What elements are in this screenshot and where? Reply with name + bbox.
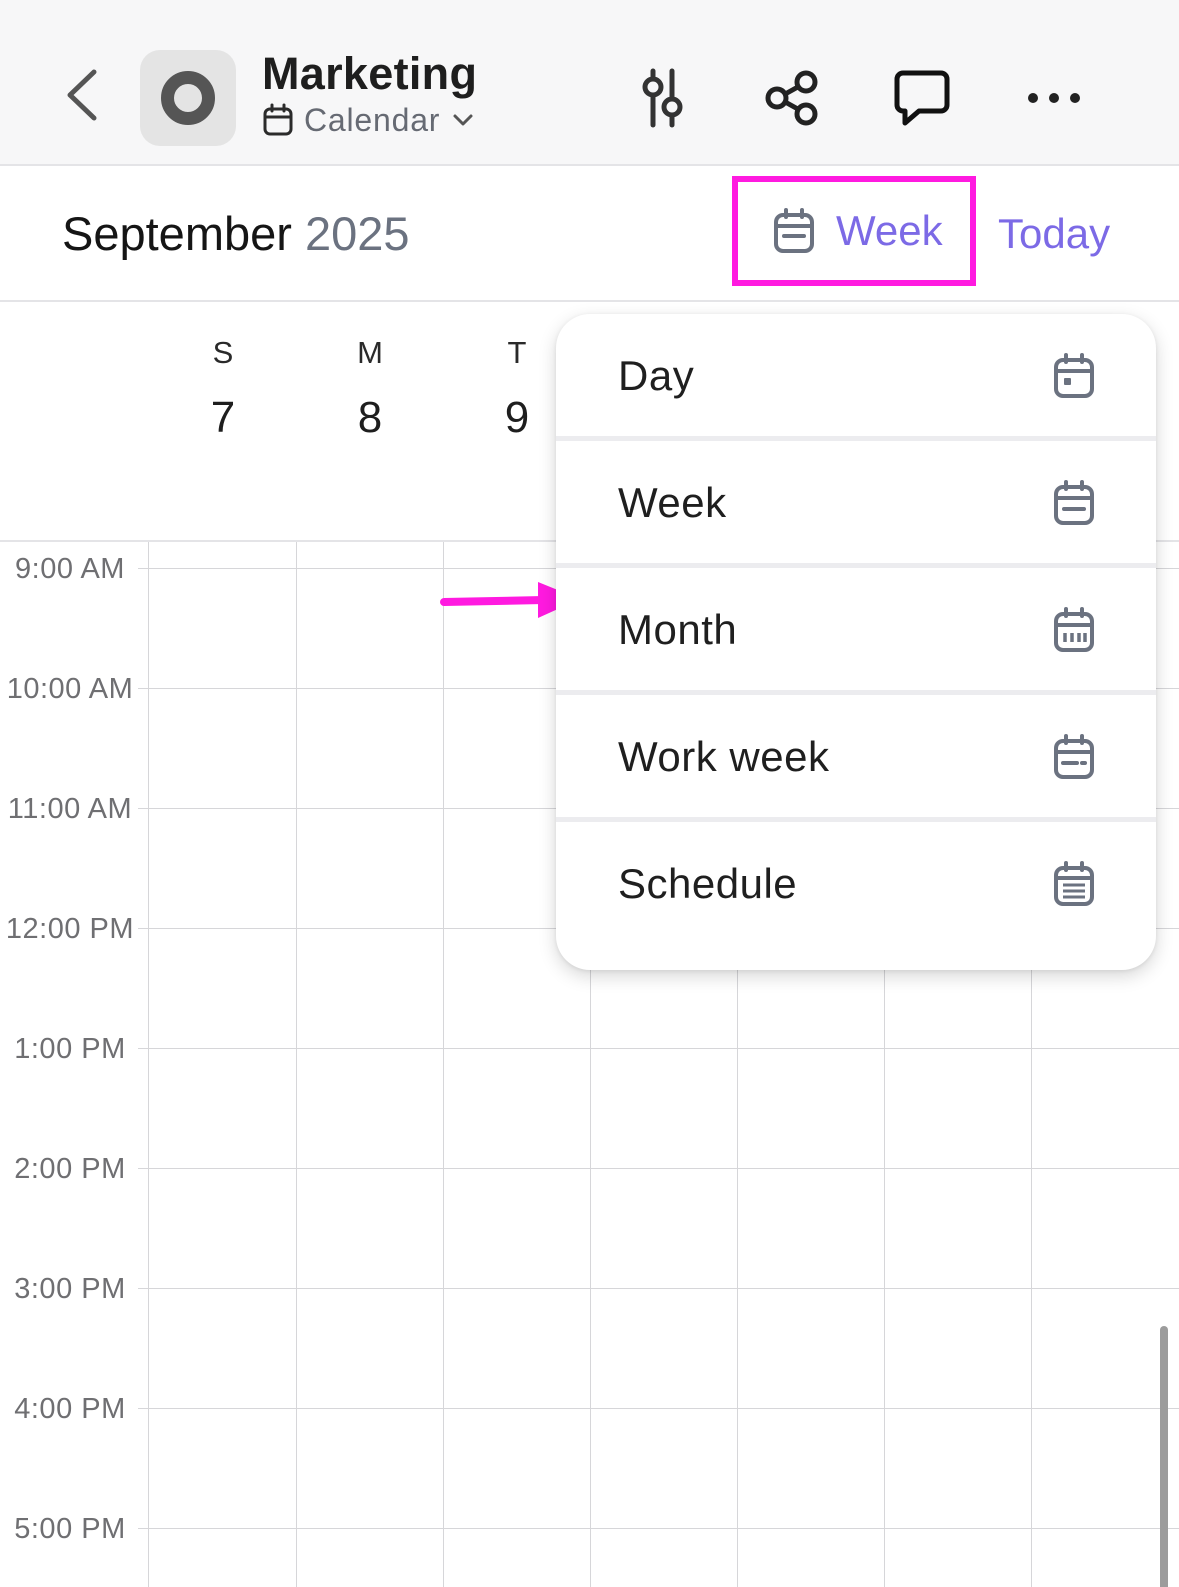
view-switcher-label: Week [836,207,943,254]
column-divider [296,542,297,1587]
calendar-schedule-icon [1054,861,1094,906]
vertical-scrollbar[interactable] [1160,1326,1168,1587]
column-divider [148,542,149,1587]
share-icon [765,70,818,126]
back-button[interactable] [58,62,108,128]
chevron-down-icon [453,114,473,126]
hour-line [146,1168,1179,1169]
time-label: 10:00 AM [6,673,134,705]
menu-item-day[interactable]: Day [556,314,1156,438]
comment-button[interactable] [890,66,954,130]
today-button[interactable]: Today [998,210,1110,258]
day-header-sun[interactable]: S 7 [188,335,258,443]
month-year-label: September 2025 [62,206,410,261]
year-label: 2025 [304,207,410,260]
time-label: 2:00 PM [14,1153,126,1185]
menu-item-month[interactable]: Month [556,568,1156,692]
calendar-icon [263,103,293,136]
comment-icon [894,70,950,126]
menu-item-label: Work week [618,733,830,780]
calendar-week-icon [1054,480,1094,525]
hour-line [146,1528,1179,1529]
view-type-label: Calendar [304,101,441,138]
hour-line [146,1288,1179,1289]
sliders-icon [642,68,683,128]
app-avatar[interactable] [140,50,236,146]
more-button[interactable] [1022,66,1086,130]
menu-item-label: Week [618,479,727,526]
calendar-day-icon [1054,353,1094,398]
view-switcher-button[interactable]: Week [732,176,976,286]
time-label: 5:00 PM [14,1513,126,1545]
time-label: 3:00 PM [14,1273,126,1305]
time-label: 12:00 PM [5,913,135,945]
share-button[interactable] [760,66,824,130]
menu-item-label: Month [618,606,738,653]
day-number: 9 [504,393,530,442]
hour-line [146,1048,1179,1049]
time-label: 9:00 AM [15,553,125,585]
month-label: September [62,207,292,260]
day-header-mon[interactable]: M 8 [335,335,405,443]
time-label: 11:00 AM [7,793,133,825]
calendar-workweek-icon [1054,734,1094,779]
menu-item-schedule[interactable]: Schedule [556,822,1156,946]
app-ring-icon [161,71,215,125]
menu-item-week[interactable]: Week [556,441,1156,565]
menu-item-label: Schedule [618,860,798,907]
time-label: 4:00 PM [14,1393,126,1425]
day-number: 7 [210,393,236,442]
more-icon [1028,93,1080,103]
calendar-screen: Marketing Calendar September 2025 Week T… [0,0,1179,1587]
column-divider [443,542,444,1587]
hour-line [146,1408,1179,1409]
view-menu: Day Week Month Work week Schedule [556,314,1156,970]
time-label: 1:00 PM [14,1033,126,1065]
menu-item-work-week[interactable]: Work week [556,695,1156,819]
day-number: 8 [357,393,383,442]
page-title: Marketing [262,48,478,99]
day-header-tue[interactable]: T 9 [482,335,552,443]
top-app-bar: Marketing Calendar [0,0,1179,166]
menu-item-label: Day [618,352,695,399]
day-letter: S [212,335,234,370]
calendar-month-icon [1054,607,1094,652]
day-letter: M [357,335,383,370]
filter-button[interactable] [630,66,694,130]
view-type-selector[interactable]: Calendar [262,100,476,140]
day-letter: T [507,335,527,370]
calendar-week-icon [774,208,814,253]
back-chevron-icon [67,69,97,121]
